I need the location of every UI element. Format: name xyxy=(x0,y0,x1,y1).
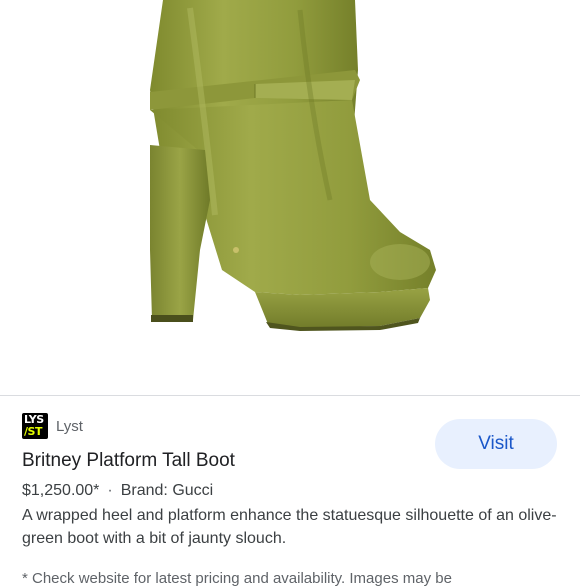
visit-button[interactable]: Visit xyxy=(435,419,557,469)
brand: Brand: Gucci xyxy=(120,482,214,499)
divider xyxy=(0,395,580,396)
disclaimer: * Check website for latest pricing and a… xyxy=(22,570,452,587)
lyst-logo-line-2: /ST xyxy=(24,425,42,438)
boot-image xyxy=(150,0,436,331)
product-title: Britney Platform Tall Boot xyxy=(22,450,235,471)
lyst-logo-icon: LYS /ST xyxy=(22,413,48,439)
price-brand-row: $1,250.00* · Brand: Gucci xyxy=(22,482,213,500)
price: $1,250.00* xyxy=(22,482,100,499)
product-image[interactable] xyxy=(0,0,580,395)
product-description: A wrapped heel and platform enhance the … xyxy=(22,507,557,547)
source-row[interactable]: LYS /ST Lyst xyxy=(22,412,83,440)
lyst-logo-line-1: LYS xyxy=(24,413,44,426)
separator: · xyxy=(107,482,113,499)
source-name[interactable]: Lyst xyxy=(56,418,83,435)
